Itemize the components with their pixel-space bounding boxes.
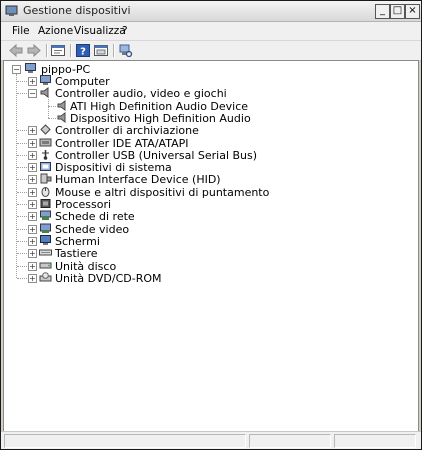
system-device-icon bbox=[40, 162, 51, 171]
category-label[interactable]: Tastiere bbox=[55, 247, 98, 260]
svg-text:?: ? bbox=[80, 47, 86, 58]
properties-icon[interactable] bbox=[50, 43, 66, 58]
menu-visualizza[interactable]: Visualizza bbox=[74, 25, 126, 37]
audio-device-icon bbox=[57, 112, 66, 123]
category-label[interactable]: Controller audio, video e giochi bbox=[55, 87, 227, 100]
tree-connector bbox=[17, 143, 27, 144]
status-panel bbox=[4, 434, 246, 448]
tree-connector bbox=[17, 253, 27, 254]
expander-toggle[interactable]: + bbox=[28, 126, 37, 135]
tree-connector bbox=[17, 130, 27, 131]
tree-connector bbox=[48, 106, 56, 107]
category-label[interactable]: Unità DVD/CD-ROM bbox=[55, 272, 162, 285]
tree-connector bbox=[17, 278, 27, 279]
expander-toggle[interactable]: + bbox=[28, 249, 37, 258]
pc-icon bbox=[25, 63, 36, 73]
forward-arrow-icon[interactable] bbox=[26, 43, 42, 58]
expander-toggle[interactable]: + bbox=[28, 274, 37, 283]
expander-toggle[interactable]: + bbox=[28, 237, 37, 246]
monitor-icon bbox=[40, 235, 51, 245]
mouse-icon bbox=[41, 187, 50, 197]
ide-controller-icon bbox=[39, 138, 52, 147]
category-label[interactable]: Human Interface Device (HID) bbox=[55, 173, 221, 186]
minimize-button[interactable]: _ bbox=[375, 4, 390, 19]
toolbar-separator bbox=[113, 44, 115, 57]
processor-icon bbox=[40, 199, 51, 208]
category-label[interactable]: Schede di rete bbox=[55, 210, 135, 223]
scan-hardware-icon[interactable] bbox=[117, 43, 133, 58]
computer-icon bbox=[40, 75, 51, 85]
tree-connector bbox=[17, 229, 27, 230]
help-icon[interactable]: ? bbox=[75, 43, 91, 58]
storage-controller-icon bbox=[40, 124, 51, 135]
toolbar-separator bbox=[46, 44, 48, 57]
tree-connector bbox=[17, 266, 27, 267]
close-button[interactable]: × bbox=[405, 4, 420, 19]
network-card-icon bbox=[40, 210, 51, 220]
device-tree[interactable]: − pippo-PC + Computer − Controller audio, v… bbox=[3, 60, 419, 432]
tree-connector bbox=[17, 93, 27, 94]
device-manager-window: Gestione dispositivi _ □ × File Azione V… bbox=[0, 0, 422, 450]
audio-device-icon bbox=[57, 100, 66, 111]
device-manager-icon bbox=[5, 5, 18, 16]
expander-toggle[interactable]: + bbox=[28, 212, 37, 221]
tree-connector bbox=[48, 96, 49, 118]
tree-connector bbox=[17, 192, 27, 193]
video-card-icon bbox=[40, 223, 51, 233]
tree-connector bbox=[17, 241, 27, 242]
dvd-drive-icon bbox=[39, 272, 52, 282]
expander-toggle[interactable]: + bbox=[28, 225, 37, 234]
usb-icon bbox=[42, 150, 49, 160]
tree-connector bbox=[16, 74, 17, 278]
category-label[interactable]: Controller di archiviazione bbox=[55, 124, 199, 137]
tree-connector bbox=[17, 81, 27, 82]
title-bar[interactable]: Gestione dispositivi _ □ × bbox=[1, 1, 421, 22]
speaker-icon bbox=[40, 87, 49, 98]
status-panel bbox=[249, 434, 331, 448]
expander-toggle[interactable]: + bbox=[28, 188, 37, 197]
menu-azione[interactable]: Azione bbox=[38, 25, 73, 37]
expander-toggle[interactable]: + bbox=[28, 139, 37, 148]
tree-connector bbox=[17, 204, 27, 205]
expander-toggle[interactable]: + bbox=[28, 200, 37, 209]
expander-toggle[interactable]: + bbox=[28, 175, 37, 184]
keyboard-icon bbox=[39, 249, 52, 256]
expander-toggle[interactable]: − bbox=[28, 89, 37, 98]
show-hidden-icon[interactable] bbox=[93, 43, 109, 58]
tree-connector bbox=[17, 155, 27, 156]
status-bar bbox=[1, 431, 421, 449]
tree-connector bbox=[17, 179, 27, 180]
toolbar-separator bbox=[70, 44, 72, 57]
tree-connector bbox=[17, 167, 27, 168]
expander-toggle[interactable]: + bbox=[28, 77, 37, 86]
status-panel bbox=[334, 434, 416, 448]
menu-file[interactable]: File bbox=[12, 25, 30, 37]
menu-bar: File Azione Visualizza ? bbox=[1, 22, 421, 40]
expander-toggle[interactable]: + bbox=[28, 151, 37, 160]
hid-icon bbox=[40, 173, 52, 184]
disk-drive-icon bbox=[39, 262, 52, 269]
expander-toggle[interactable]: + bbox=[28, 163, 37, 172]
root-expander[interactable]: − bbox=[12, 65, 21, 74]
window-title: Gestione dispositivi bbox=[23, 4, 131, 17]
menu-help[interactable]: ? bbox=[122, 25, 128, 37]
tree-connector bbox=[17, 216, 27, 217]
maximize-button[interactable]: □ bbox=[390, 4, 405, 19]
toolbar: ? bbox=[1, 40, 421, 61]
tree-connector bbox=[48, 118, 56, 119]
back-arrow-icon[interactable] bbox=[8, 43, 24, 58]
expander-toggle[interactable]: + bbox=[28, 262, 37, 271]
